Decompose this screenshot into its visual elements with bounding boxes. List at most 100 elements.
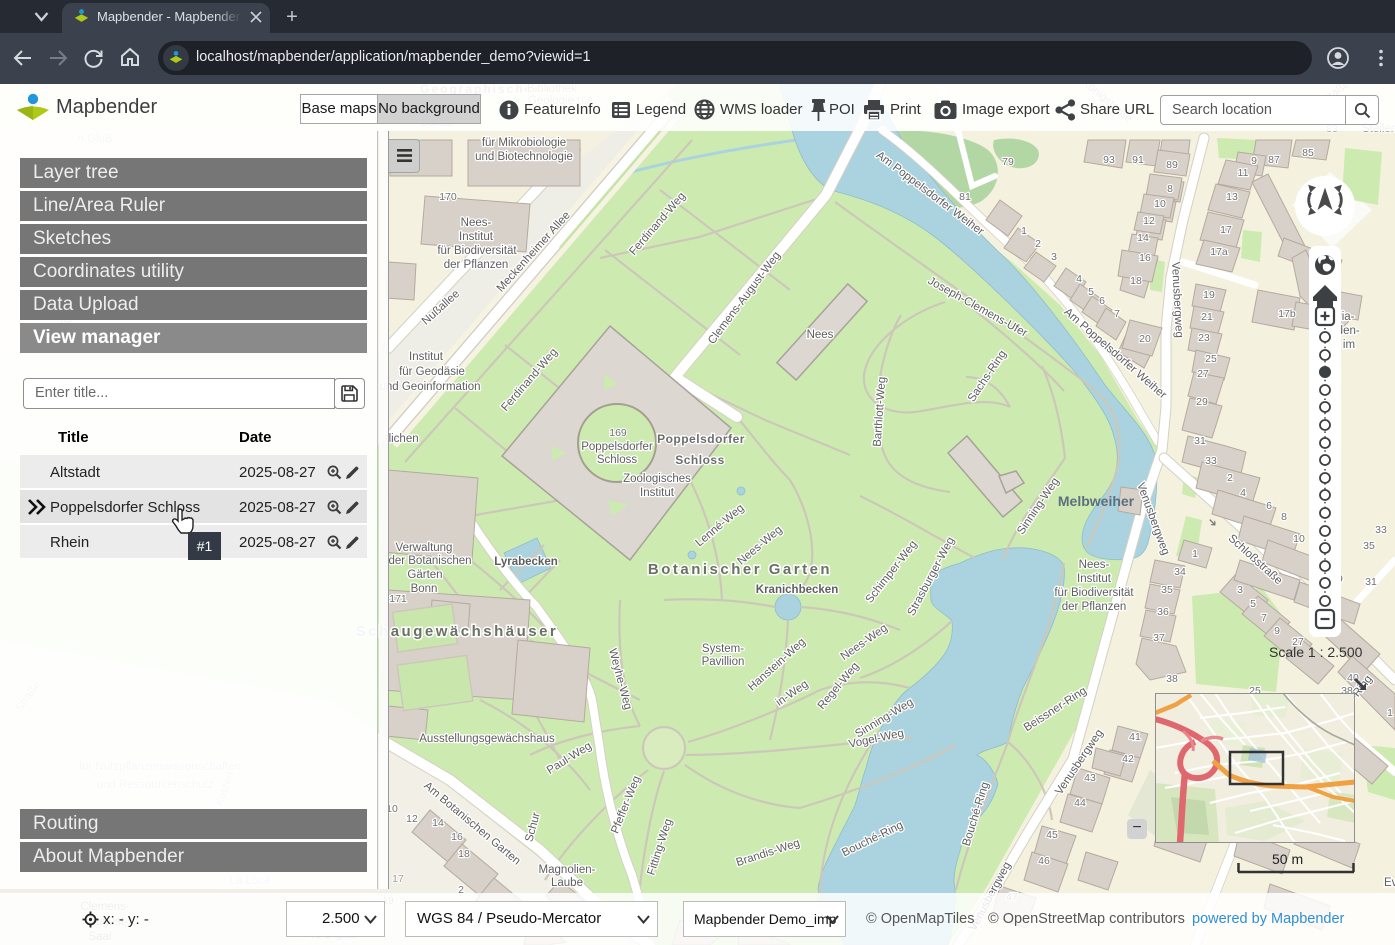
svg-text:23: 23 <box>1198 332 1210 344</box>
svg-text:14: 14 <box>432 817 444 829</box>
svg-text:17a: 17a <box>1210 246 1228 258</box>
svg-text:für Geodäsie: für Geodäsie <box>399 366 465 378</box>
svg-text:Institut: Institut <box>459 231 494 243</box>
svg-text:18: 18 <box>458 848 470 860</box>
svg-text:17: 17 <box>392 873 404 885</box>
svg-text:Laube: Laube <box>551 877 583 889</box>
svg-text:im: im <box>1343 339 1355 351</box>
svg-text:Botanischer Garten: Botanischer Garten <box>648 561 832 578</box>
svg-text:38: 38 <box>1166 673 1178 685</box>
svg-text:171: 171 <box>389 593 407 605</box>
svg-text:33: 33 <box>1205 455 1217 467</box>
svg-text:tlichen: tlichen <box>385 433 418 445</box>
svg-text:35: 35 <box>1161 584 1173 596</box>
svg-text:7: 7 <box>1114 308 1120 320</box>
svg-text:46: 46 <box>1038 855 1050 867</box>
svg-text:8: 8 <box>1167 183 1173 195</box>
svg-text:35: 35 <box>1363 540 1375 552</box>
svg-text:169: 169 <box>609 427 627 439</box>
svg-text:18: 18 <box>1130 275 1142 287</box>
svg-text:Pavillion: Pavillion <box>702 656 745 668</box>
svg-text:und Biotechnologie: und Biotechnologie <box>475 151 573 163</box>
svg-text:Kranichbecken: Kranichbecken <box>756 584 838 596</box>
svg-text:41: 41 <box>1129 731 1141 743</box>
svg-text:11: 11 <box>1238 167 1249 179</box>
svg-text:19: 19 <box>1203 289 1215 301</box>
svg-text:79: 79 <box>1002 156 1014 168</box>
svg-text:17b: 17b <box>1278 308 1296 320</box>
svg-text:6: 6 <box>1266 500 1272 512</box>
svg-text:Ausstellungsgewächshaus: Ausstellungsgewächshaus <box>419 733 555 745</box>
svg-text:33: 33 <box>1375 524 1387 536</box>
svg-text:Gärten: Gärten <box>407 569 442 581</box>
svg-text:3: 3 <box>1237 584 1243 596</box>
svg-text:Institut: Institut <box>640 487 675 499</box>
svg-text:System-: System- <box>702 643 744 655</box>
svg-text:12: 12 <box>406 813 418 825</box>
svg-text:2: 2 <box>1035 238 1041 250</box>
svg-text:für Biodiversität: für Biodiversität <box>437 245 517 257</box>
svg-text:der Botanischen: der Botanischen <box>388 555 471 567</box>
svg-text:17: 17 <box>1220 224 1232 236</box>
svg-text:Zoologisches: Zoologisches <box>623 473 691 485</box>
svg-text:4: 4 <box>1240 487 1246 499</box>
svg-text:14: 14 <box>1137 232 1149 244</box>
svg-text:6: 6 <box>1099 295 1105 307</box>
svg-text:43: 43 <box>1084 772 1096 784</box>
svg-text:Institut: Institut <box>409 351 444 363</box>
svg-text:und Geoinformation: und Geoinformation <box>379 381 480 393</box>
svg-text:Nees-: Nees- <box>461 217 492 229</box>
svg-text:10: 10 <box>1154 198 1166 210</box>
svg-text:13: 13 <box>1226 191 1238 203</box>
svg-text:1: 1 <box>1021 225 1027 237</box>
svg-text:12: 12 <box>1143 215 1155 227</box>
svg-text:4: 4 <box>1076 273 1082 285</box>
svg-text:89: 89 <box>1166 159 1178 171</box>
svg-text:37: 37 <box>1153 632 1165 644</box>
svg-text:1: 1 <box>1387 707 1393 719</box>
svg-text:25: 25 <box>1205 353 1217 365</box>
svg-text:Evan: Evan <box>1384 877 1395 889</box>
svg-text:9: 9 <box>1274 625 1280 637</box>
svg-text:85: 85 <box>1302 147 1314 159</box>
svg-text:Verwaltung: Verwaltung <box>396 542 453 554</box>
svg-text:9: 9 <box>1251 155 1257 167</box>
svg-text:Bonn: Bonn <box>411 583 438 595</box>
svg-text:31: 31 <box>1194 435 1206 447</box>
svg-text:81: 81 <box>959 191 971 203</box>
svg-text:Lyrabecken: Lyrabecken <box>494 556 558 568</box>
svg-text:der Pflanzen: der Pflanzen <box>1062 601 1127 613</box>
svg-text:3: 3 <box>1051 251 1057 263</box>
svg-text:31: 31 <box>1365 576 1377 588</box>
svg-text:16: 16 <box>1139 252 1151 264</box>
svg-text:93: 93 <box>1103 154 1115 166</box>
svg-text:45: 45 <box>1046 829 1058 841</box>
svg-text:44: 44 <box>1074 797 1086 809</box>
svg-text:Poppelsdorfer: Poppelsdorfer <box>581 441 653 453</box>
svg-text:Schloss: Schloss <box>675 453 725 467</box>
svg-text:Nees-: Nees- <box>1079 559 1110 571</box>
svg-text:16: 16 <box>451 831 463 843</box>
svg-text:für Biodiversität: für Biodiversität <box>1054 587 1134 599</box>
svg-text:Poppelsdorfer: Poppelsdorfer <box>657 432 745 446</box>
svg-text:Schloss: Schloss <box>597 454 638 466</box>
svg-text:21: 21 <box>1201 311 1213 323</box>
svg-text:91: 91 <box>1132 154 1144 166</box>
svg-text:36: 36 <box>1157 606 1169 618</box>
svg-text:8: 8 <box>1281 511 1287 523</box>
svg-text:34: 34 <box>1174 566 1186 578</box>
svg-text:2: 2 <box>1227 472 1233 484</box>
svg-text:7: 7 <box>1261 612 1267 624</box>
svg-text:29: 29 <box>1196 396 1208 408</box>
svg-text:87: 87 <box>1268 154 1280 166</box>
svg-text:Melbweiher: Melbweiher <box>1058 493 1135 509</box>
svg-text:42: 42 <box>1122 753 1134 765</box>
svg-text:5: 5 <box>1250 598 1256 610</box>
svg-text:27: 27 <box>1197 368 1209 380</box>
svg-text:1: 1 <box>1192 548 1198 560</box>
svg-text:10: 10 <box>1293 533 1305 545</box>
svg-text:5: 5 <box>1088 286 1094 298</box>
svg-text:Institut: Institut <box>1077 573 1112 585</box>
svg-text:20: 20 <box>1139 333 1151 345</box>
svg-text:170: 170 <box>439 191 457 203</box>
